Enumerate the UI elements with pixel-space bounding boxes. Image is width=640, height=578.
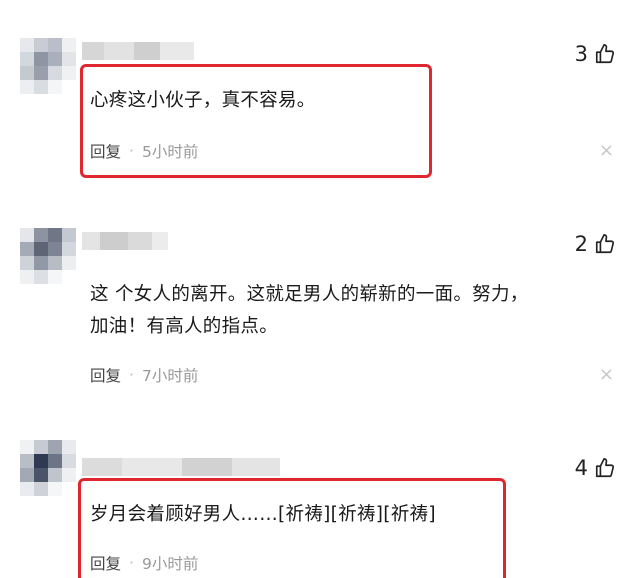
comment-meta: 回复 · 9小时前: [90, 552, 198, 574]
avatar[interactable]: [20, 440, 76, 496]
comment-3: 4 岁月会着顾好男人……[祈祷][祈祷][祈祷] 回复 · 9小时前: [0, 0, 640, 578]
reply-button[interactable]: 回复: [90, 552, 121, 574]
like-count: 4: [574, 456, 588, 480]
timestamp: 9小时前: [141, 555, 199, 573]
comment-text: 岁月会着顾好男人……[祈祷][祈祷][祈祷]: [90, 504, 436, 525]
like-button[interactable]: 4: [575, 456, 616, 480]
meta-separator: ·: [129, 554, 134, 572]
username-blurred[interactable]: [82, 458, 280, 476]
thumbs-up-icon: [595, 458, 615, 478]
